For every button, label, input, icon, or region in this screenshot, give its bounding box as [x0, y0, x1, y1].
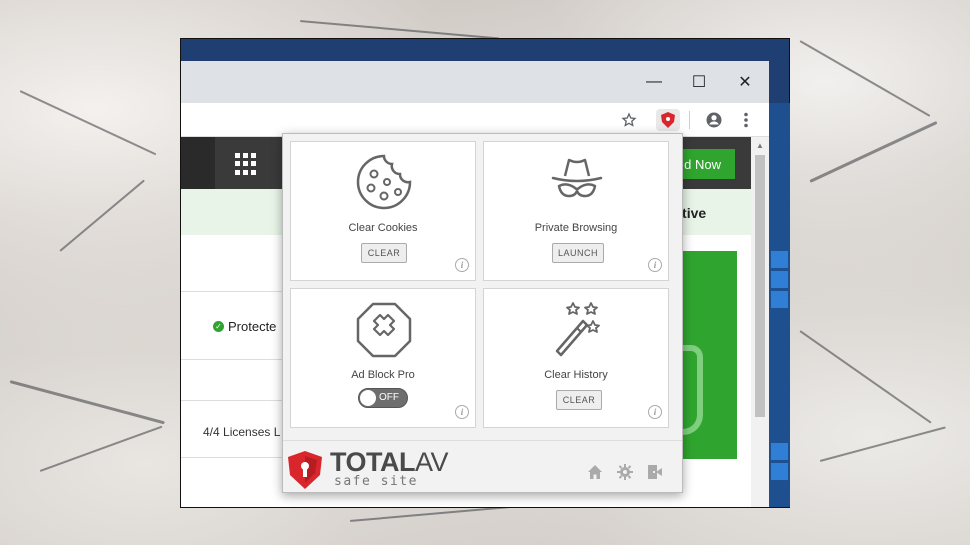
desktop-tile [771, 443, 788, 460]
home-icon[interactable] [586, 463, 604, 481]
ad-block-toggle[interactable]: OFF [358, 388, 408, 408]
desktop-tile [771, 291, 788, 308]
check-icon: ✓ [213, 321, 224, 332]
brand-name-suffix: AV [415, 447, 449, 477]
exit-icon[interactable] [646, 463, 664, 481]
clear-history-button[interactable]: CLEAR [556, 390, 602, 410]
brand-name-main: TOTAL [330, 447, 416, 477]
protected-label: Protecte [228, 319, 277, 334]
row-divider [181, 291, 291, 292]
clear-history-card: Clear History CLEAR i [483, 288, 669, 428]
more-menu-icon[interactable] [734, 109, 758, 131]
info-icon[interactable]: i [455, 405, 469, 419]
info-icon[interactable]: i [648, 258, 662, 272]
star-icon[interactable] [617, 109, 641, 131]
browser-toolbar [181, 103, 769, 137]
totalav-popup: Clear Cookies CLEAR i Private Browsing L… [282, 133, 683, 493]
toolbar-divider [689, 111, 690, 129]
shield-graphic [681, 345, 703, 435]
row-divider [181, 359, 291, 360]
private-browsing-label: Private Browsing [534, 222, 618, 234]
totalav-extension-icon[interactable] [656, 109, 680, 131]
launch-button[interactable]: LAUNCH [552, 243, 604, 263]
totalav-shield-icon [288, 451, 322, 489]
scroll-up-icon[interactable]: ▲ [756, 141, 764, 150]
info-icon[interactable]: i [455, 258, 469, 272]
toggle-knob [360, 390, 376, 406]
minimize-button[interactable]: — [631, 67, 677, 97]
desktop-tile [771, 463, 788, 480]
maximize-button[interactable]: ☐ [676, 67, 722, 97]
account-icon[interactable] [702, 109, 726, 131]
popup-footer: TOTALAV safe site [283, 440, 682, 492]
brand-subtitle: safe site [334, 474, 418, 489]
licenses-text: 4/4 Licenses L [203, 425, 281, 439]
page-scrollbar[interactable]: ▲ [751, 137, 769, 507]
incognito-icon [547, 152, 607, 212]
desktop-tile [771, 271, 788, 288]
magic-wand-icon [547, 299, 607, 359]
toggle-state: OFF [379, 392, 399, 403]
private-browsing-card: Private Browsing LAUNCH i [483, 141, 669, 281]
clear-cookies-card: Clear Cookies CLEAR i [290, 141, 476, 281]
desktop-strip [769, 103, 790, 507]
scroll-thumb[interactable] [755, 155, 765, 417]
ad-block-pro-card: Ad Block Pro OFF i [290, 288, 476, 428]
apps-grid-icon[interactable] [235, 153, 257, 175]
clear-history-label: Clear History [544, 369, 608, 381]
row-divider [181, 457, 291, 458]
info-icon[interactable]: i [648, 405, 662, 419]
ad-block-icon [354, 299, 414, 359]
header-left-block [181, 137, 215, 189]
clear-cookies-button[interactable]: CLEAR [361, 243, 407, 263]
row-divider [181, 400, 291, 401]
protected-status: ✓ Protecte [213, 319, 276, 334]
clear-cookies-label: Clear Cookies [348, 222, 418, 234]
close-button[interactable]: ✕ [722, 67, 768, 97]
settings-icon[interactable] [616, 463, 634, 481]
cookie-icon [354, 152, 414, 212]
desktop-tile [771, 251, 788, 268]
ad-block-pro-label: Ad Block Pro [351, 369, 415, 381]
